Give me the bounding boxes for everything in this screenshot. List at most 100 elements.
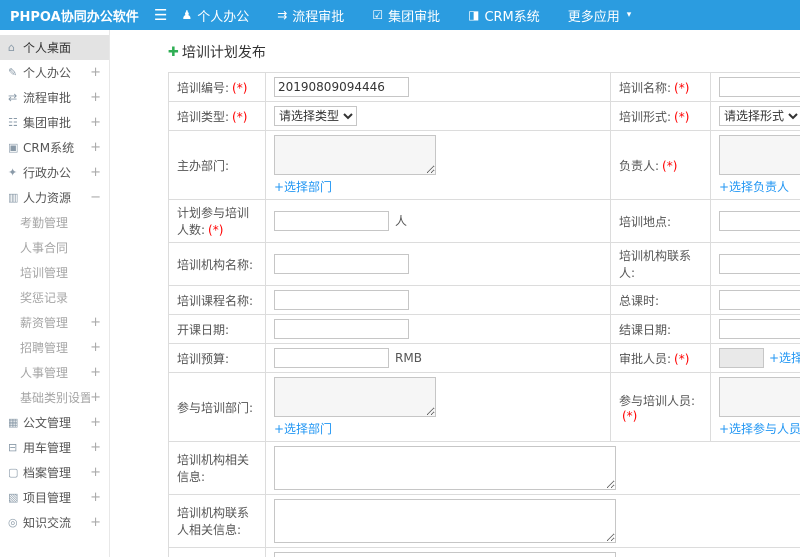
sidebar-item-label: 奖惩记录	[20, 291, 69, 305]
sidebar-item-recruitment[interactable]: 招聘管理 +	[0, 335, 109, 360]
field-label: 培训机构联系人相关信息:	[177, 506, 250, 537]
training-form-select[interactable]: 请选择形式	[719, 106, 800, 126]
field-cell: RMB	[265, 343, 611, 373]
budget-field[interactable]	[274, 348, 389, 368]
sidebar-item-label: 流程审批	[23, 91, 72, 105]
nav-personal-office[interactable]: ♟ 个人办公	[181, 6, 249, 25]
training-name-field[interactable]	[719, 77, 800, 97]
nav-workflow-approval[interactable]: ⇉ 流程审批	[277, 6, 344, 25]
main-layout: ⌂ 个人桌面 ✎ 个人办公 + ⇄ 流程审批 + ☷ 集团审批 + ▣ CRM系…	[0, 30, 800, 557]
org-info-textarea[interactable]	[274, 446, 616, 490]
leader-picker[interactable]	[719, 135, 800, 175]
select-department-link[interactable]: +选择部门	[274, 420, 332, 437]
start-date-field[interactable]	[274, 319, 409, 339]
sidebar-item-admin-office[interactable]: ✦ 行政办公 +	[0, 160, 109, 185]
field-cell	[265, 547, 800, 557]
course-name-field[interactable]	[274, 290, 409, 310]
sidebar: ⌂ 个人桌面 ✎ 个人办公 + ⇄ 流程审批 + ☷ 集团审批 + ▣ CRM系…	[0, 30, 110, 557]
nav-more-apps[interactable]: 更多应用 ▾	[568, 6, 632, 25]
host-department-picker[interactable]	[274, 135, 436, 175]
participant-count-field[interactable]	[274, 211, 389, 231]
expand-icon: +	[90, 315, 101, 330]
field-cell: +选择参与人员	[710, 372, 800, 442]
sidebar-item-personal-office[interactable]: ✎ 个人办公 +	[0, 60, 109, 85]
end-date-field[interactable]	[719, 319, 800, 339]
grid-icon: ☷	[8, 116, 18, 129]
currency-label: RMB	[395, 350, 422, 365]
training-no-field[interactable]	[274, 77, 409, 97]
form-row-training-no: 培训编号:(*) 培训名称:(*)	[168, 72, 800, 102]
sidebar-item-base-category-settings[interactable]: 基础类别设置 +	[0, 385, 109, 410]
approver-field[interactable]	[719, 348, 764, 368]
expand-icon: +	[90, 165, 101, 180]
training-requirements-textarea[interactable]	[274, 552, 616, 557]
org-contact-field[interactable]	[719, 254, 800, 274]
select-approver-link[interactable]: +选择审批人员	[769, 349, 800, 366]
org-contact-info-textarea[interactable]	[274, 499, 616, 543]
field-cell	[265, 72, 611, 102]
sidebar-item-training-management[interactable]: 培训管理	[0, 260, 109, 285]
nav-label: 更多应用	[567, 9, 620, 25]
form-row-org-name: 培训机构名称: 培训机构联系人:	[168, 242, 800, 286]
car-icon: ⊟	[8, 441, 18, 454]
sidebar-item-personal-desktop[interactable]: ⌂ 个人桌面	[0, 35, 109, 60]
person-icon: ♟	[181, 8, 193, 22]
form-row-participant-count: 计划参与培训人数: (*) 人 培训地点:	[168, 199, 800, 243]
field-label: 培训地点:	[619, 214, 672, 229]
sidebar-item-crm-system[interactable]: ▣ CRM系统 +	[0, 135, 109, 160]
label-cell: 总课时:	[610, 285, 711, 315]
expand-icon: +	[90, 515, 101, 530]
sidebar-item-workflow-approval[interactable]: ⇄ 流程审批 +	[0, 85, 109, 110]
nav-group-approval[interactable]: ☑ 集团审批	[372, 6, 440, 25]
sidebar-item-personnel-management[interactable]: 人事管理 +	[0, 360, 109, 385]
field-label: 结课日期:	[619, 322, 672, 337]
field-label: 审批人员:	[619, 351, 672, 366]
participants-picker[interactable]	[719, 377, 800, 417]
chat-icon: ◎	[8, 516, 18, 529]
org-name-field[interactable]	[274, 254, 409, 274]
sidebar-item-reward-record[interactable]: 奖惩记录	[0, 285, 109, 310]
sidebar-item-salary-management[interactable]: 薪资管理 +	[0, 310, 109, 335]
project-icon: ▧	[8, 491, 19, 504]
sidebar-item-knowledge-exchange[interactable]: ◎ 知识交流 +	[0, 510, 109, 535]
field-cell: +选择审批人员	[710, 343, 800, 373]
sidebar-item-label: 个人桌面	[23, 41, 72, 55]
nav-crm-system[interactable]: ◨ CRM系统	[468, 6, 540, 25]
sidebar-item-label: CRM系统	[23, 141, 75, 155]
training-location-field[interactable]	[719, 211, 800, 231]
total-hours-field[interactable]	[719, 290, 800, 310]
required-marker: (*)	[232, 80, 248, 95]
sidebar-item-group-approval[interactable]: ☷ 集团审批 +	[0, 110, 109, 135]
field-cell	[265, 314, 611, 344]
field-label: 负责人:	[619, 158, 660, 173]
sidebar-item-project-management[interactable]: ▧ 项目管理 +	[0, 485, 109, 510]
sidebar-item-vehicle-management[interactable]: ⊟ 用车管理 +	[0, 435, 109, 460]
field-label: 培训编号:	[177, 80, 230, 95]
sidebar-item-archive-management[interactable]: ▢ 档案管理 +	[0, 460, 109, 485]
sidebar-item-human-resources[interactable]: ▥ 人力资源 −	[0, 185, 109, 210]
top-bar: PHPOA协同办公软件 ☰ ♟ 个人办公 ⇉ 流程审批 ☑ 集团审批 ◨ CRM…	[0, 0, 800, 30]
sidebar-item-attendance[interactable]: 考勤管理	[0, 210, 109, 235]
archive-icon: ▢	[8, 466, 19, 479]
select-participants-link[interactable]: +选择参与人员	[719, 420, 800, 437]
form-row-requirements: 培训要求:	[168, 547, 800, 557]
participating-departments-picker[interactable]	[274, 377, 436, 417]
field-label: 培训机构相关信息:	[177, 453, 250, 484]
field-label: 培训机构名称:	[177, 257, 254, 272]
sidebar-item-label: 基础类别设置	[20, 391, 91, 405]
field-cell: +选择负责人	[710, 130, 800, 200]
sidebar-item-label: 考勤管理	[20, 216, 69, 230]
sidebar-item-hr-contract[interactable]: 人事合同	[0, 235, 109, 260]
chevron-down-icon: ▾	[626, 10, 632, 20]
menu-icon[interactable]: ☰	[154, 6, 167, 24]
sidebar-item-document-management[interactable]: ▦ 公文管理 +	[0, 410, 109, 435]
select-leader-link[interactable]: +选择负责人	[719, 178, 789, 195]
label-cell: 结课日期:	[610, 314, 711, 344]
field-label: 总课时:	[619, 293, 660, 308]
sidebar-item-label: 人事合同	[20, 241, 69, 255]
label-cell: 培训课程名称:	[168, 285, 266, 315]
training-type-select[interactable]: 请选择类型	[274, 106, 357, 126]
label-cell: 审批人员: (*)	[610, 343, 711, 373]
form-row-budget-approver: 培训预算: RMB 审批人员:(*) +选择审批人员	[168, 343, 800, 373]
select-department-link[interactable]: +选择部门	[274, 178, 332, 195]
